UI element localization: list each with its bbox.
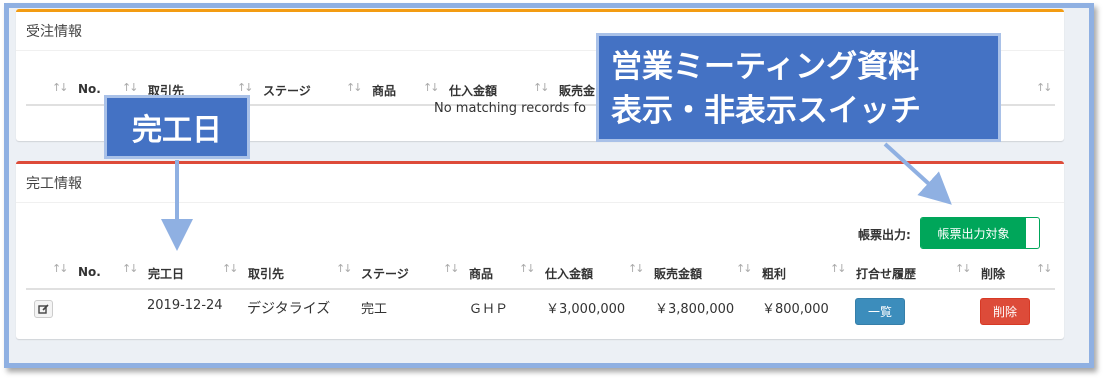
switch-callout-line2: 表示・非表示スイッチ bbox=[611, 93, 921, 129]
switch-callout-line1: 営業ミーティング資料 bbox=[611, 49, 920, 85]
switch-callout: 営業ミーティング資料 表示・非表示スイッチ bbox=[596, 33, 1001, 142]
completion-date-callout: 完工日 bbox=[104, 95, 250, 159]
switch-callout-arrow bbox=[883, 142, 952, 205]
